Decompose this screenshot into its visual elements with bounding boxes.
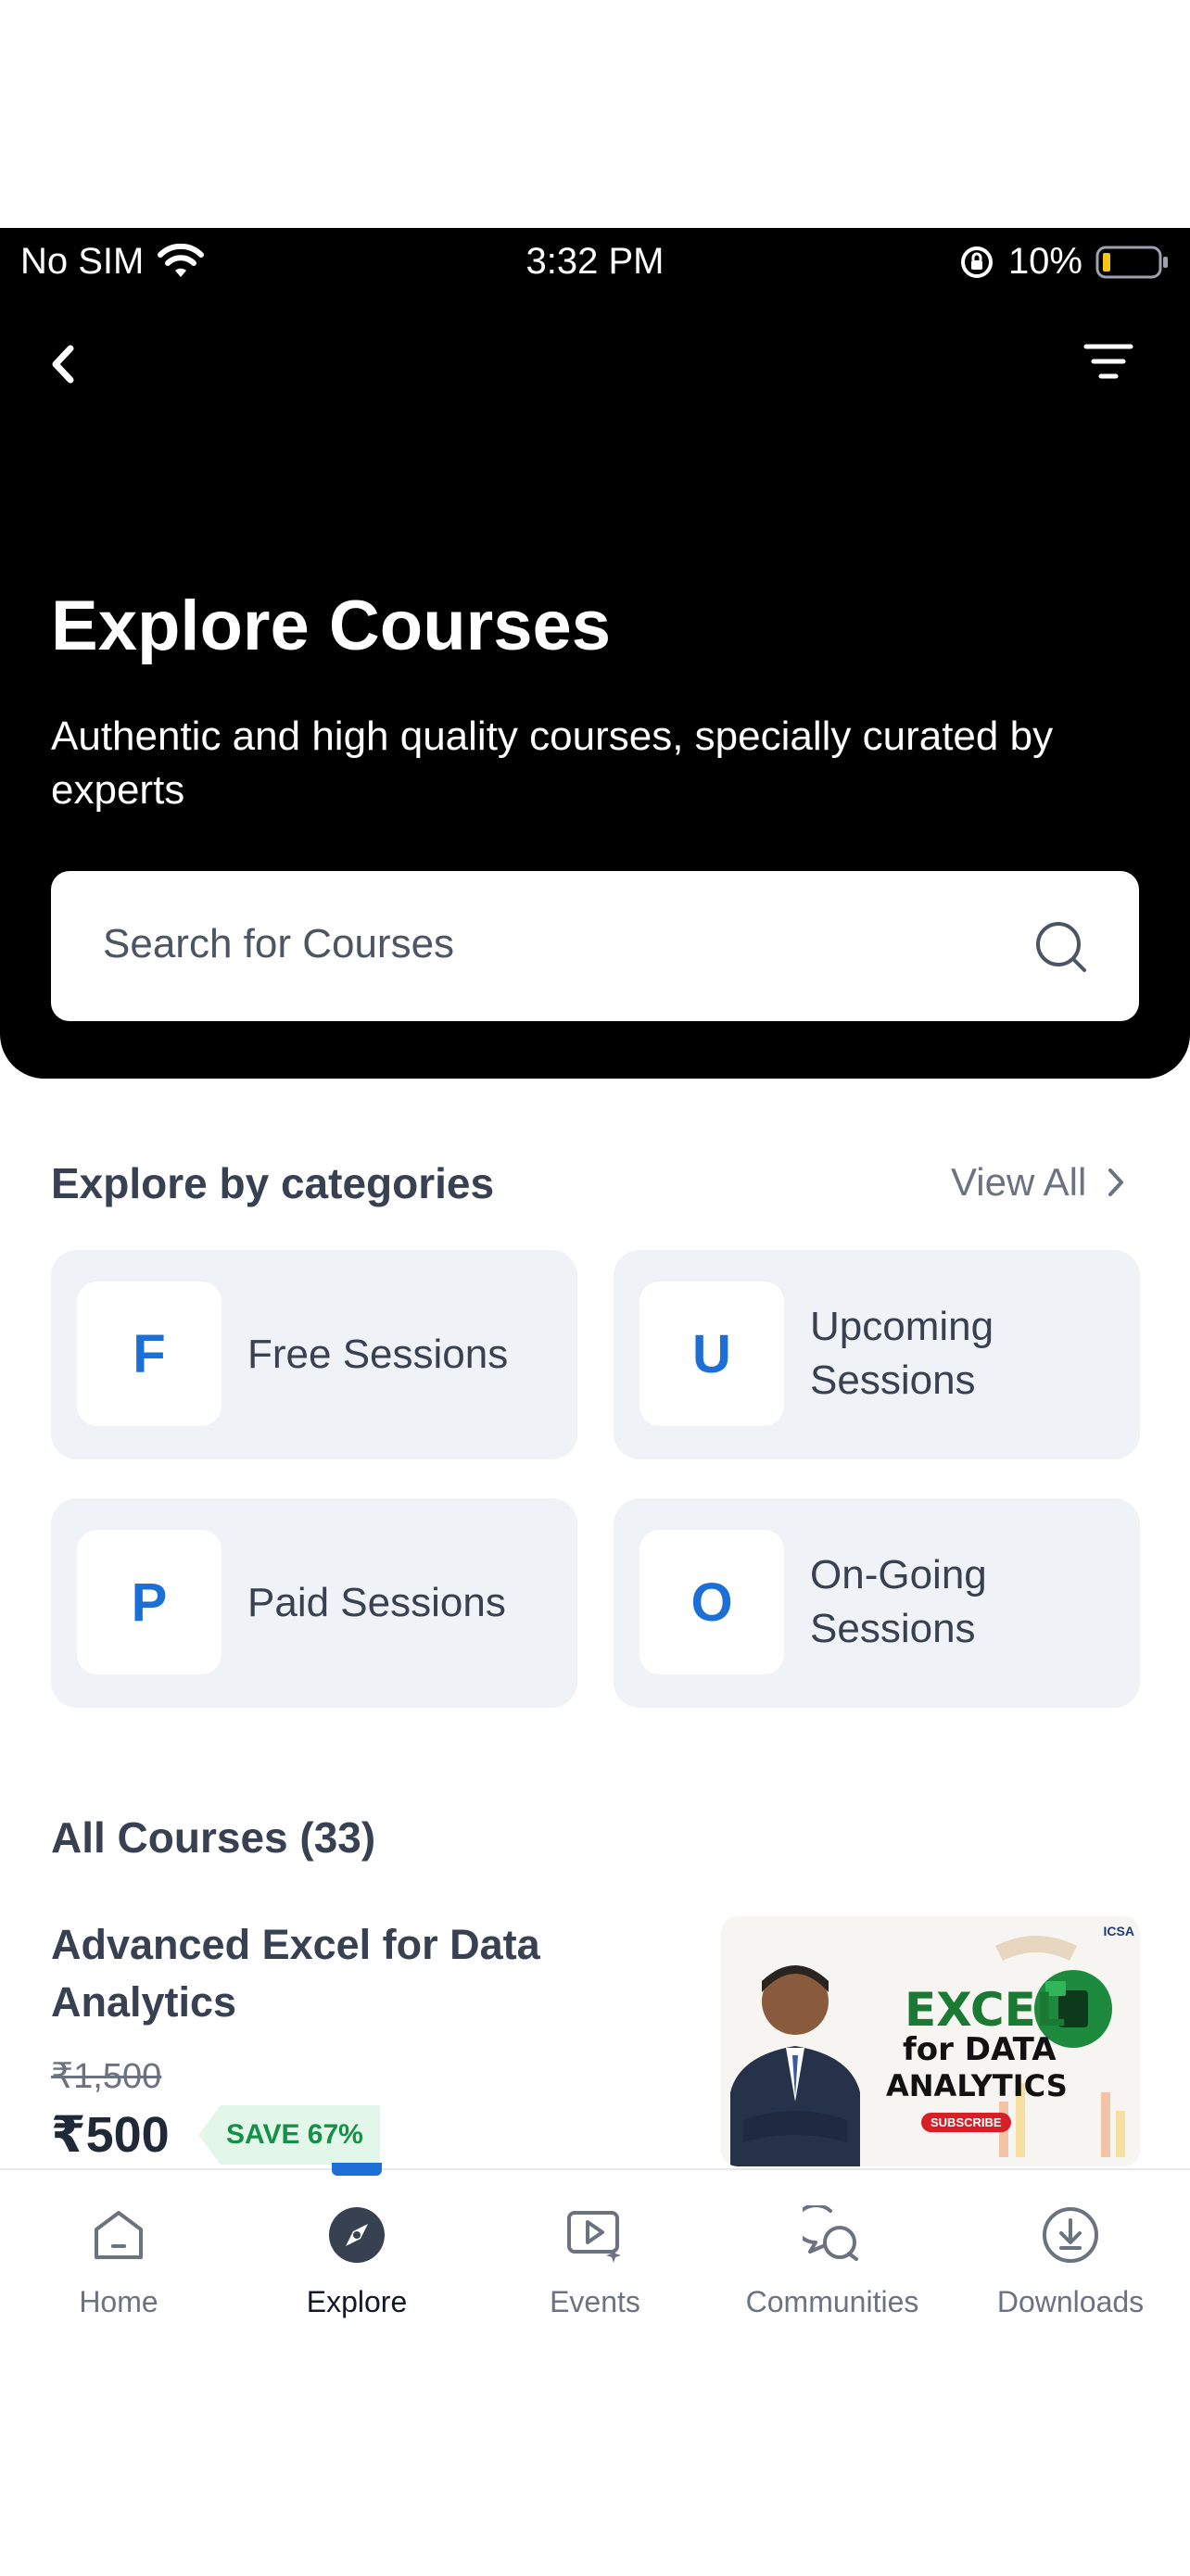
view-all-label: View All (951, 1160, 1087, 1204)
category-label: On-Going Sessions (810, 1552, 987, 1651)
thumbnail-title-line2: for DATA (903, 2031, 1057, 2068)
filter-button[interactable] (1081, 339, 1136, 385)
course-title: Advanced Excel for Data Analytics (51, 1921, 540, 2026)
status-bar: No SIM 3:32 PM 10% (0, 228, 1190, 295)
original-price: ₹1,500 (51, 2057, 162, 2096)
orientation-lock-icon (960, 246, 993, 278)
thumbnail-logo: ICSA (1103, 1924, 1134, 1938)
category-letter: P (77, 1530, 222, 1674)
page-subtitle: Authentic and high quality courses, spec… (51, 713, 1054, 813)
category-letter: F (77, 1282, 222, 1426)
category-paid-sessions[interactable]: P Paid Sessions (51, 1498, 577, 1708)
nav-label: Events (550, 2285, 640, 2318)
back-button[interactable] (43, 335, 85, 393)
bottom-navigation: Home Explore Events Communities Download… (0, 2168, 1190, 2576)
thumbnail-title-line1: EXCEL (905, 1983, 1066, 2037)
category-label: Free Sessions (247, 1332, 509, 1377)
nav-label: Explore (306, 2285, 408, 2318)
all-courses-title: All Courses (33) (51, 1813, 376, 1862)
category-free-sessions[interactable]: F Free Sessions (51, 1250, 577, 1459)
nav-home[interactable]: Home (0, 2170, 237, 2337)
home-icon (95, 2211, 143, 2259)
search-placeholder: Search for Courses (103, 921, 455, 966)
nav-events[interactable]: Events (476, 2170, 714, 2337)
category-upcoming-sessions[interactable]: U Upcoming Sessions (614, 1250, 1140, 1459)
chevron-left-icon (52, 345, 74, 384)
chevron-right-icon (1108, 1168, 1124, 1196)
category-ongoing-sessions[interactable]: O On-Going Sessions (614, 1498, 1140, 1708)
battery-icon (1095, 246, 1168, 278)
category-label: Paid Sessions (247, 1580, 506, 1625)
nav-label: Home (79, 2285, 158, 2318)
nav-communities[interactable]: Communities (714, 2170, 951, 2337)
battery-percent: 10% (1007, 241, 1082, 282)
search-input[interactable]: Search for Courses (51, 871, 1139, 1021)
download-icon (1043, 2207, 1098, 2263)
category-letter: O (639, 1530, 784, 1674)
view-all-link[interactable]: View All (951, 1160, 1125, 1205)
nav-explore[interactable]: Explore (238, 2170, 475, 2337)
search-icon[interactable] (1033, 919, 1089, 975)
category-letter: U (639, 1282, 784, 1426)
video-play-icon (567, 2211, 621, 2263)
categories-title: Explore by categories (51, 1159, 495, 1207)
category-label: Upcoming Sessions (810, 1304, 994, 1403)
nav-label: Downloads (996, 2285, 1145, 2318)
discount-badge: SAVE 67% (198, 2105, 380, 2165)
discounted-price: ₹500 (51, 2107, 170, 2163)
thumbnail-subscribe: SUBSCRIBE (921, 2113, 1011, 2132)
course-thumbnail: EXCEL for DATA ANALYTICS SUBSCRIBE ICSA (721, 1916, 1140, 2166)
thumbnail-title-line3: ANALYTICS (886, 2068, 1068, 2103)
nav-label: Communities (745, 2285, 919, 2318)
nav-downloads[interactable]: Downloads (952, 2170, 1189, 2337)
page-title: Explore Courses (51, 587, 611, 665)
nav-active-indicator (332, 2163, 382, 2176)
filter-icon (1083, 344, 1133, 379)
chat-bubbles-icon (803, 2205, 858, 2261)
compass-icon (329, 2207, 385, 2263)
